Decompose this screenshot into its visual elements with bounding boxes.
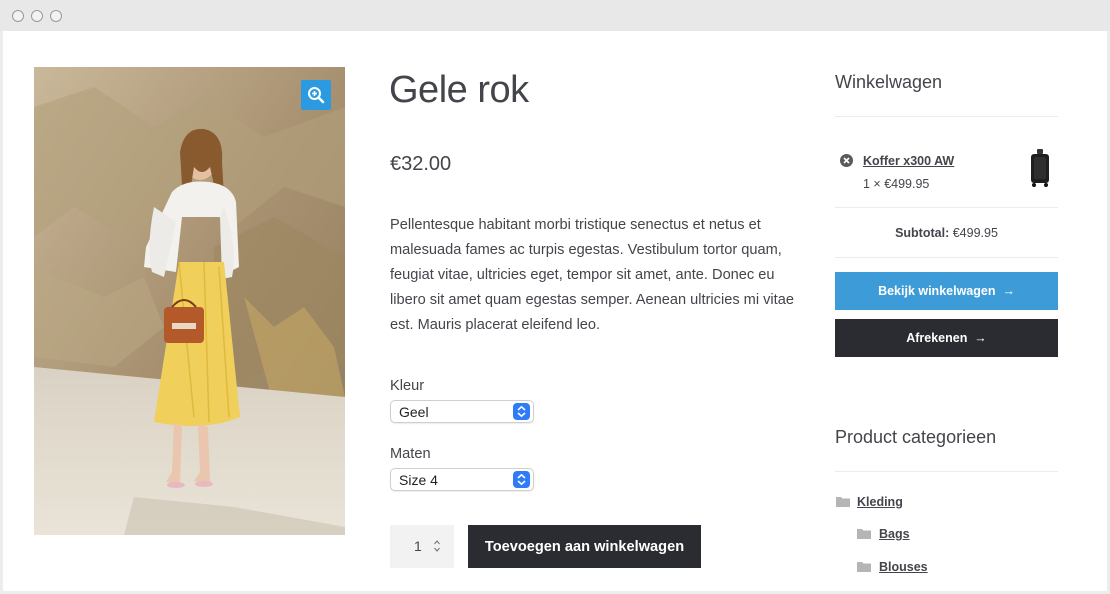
product-title: Gele rok <box>389 69 529 111</box>
color-select-value: Geel <box>399 404 429 420</box>
folder-icon <box>857 562 871 572</box>
quantity-value: 1 <box>414 538 422 554</box>
arrow-right-icon: → <box>1002 284 1015 298</box>
suitcase-thumbnail[interactable] <box>1028 149 1052 187</box>
window-edge-left <box>0 31 3 594</box>
window-close-dot[interactable] <box>12 10 24 22</box>
window-titlebar <box>0 0 1110 31</box>
select-arrows-icon <box>513 403 530 420</box>
product-price: €32.00 <box>390 153 452 175</box>
browser-window: Gele rok €32.00 Pellentesque habitant mo… <box>0 0 1110 594</box>
cart-subtotal: Subtotal: €499.95 <box>835 226 1058 240</box>
cart-item-quantity: 1 × €499.95 <box>863 177 930 191</box>
select-arrows-icon <box>513 471 530 488</box>
divider <box>835 207 1058 208</box>
folder-icon <box>857 529 871 539</box>
size-label: Maten <box>390 446 431 462</box>
checkout-button[interactable]: Afrekenen → <box>835 319 1058 357</box>
view-cart-label: Bekijk winkelwagen <box>878 284 996 298</box>
cart-widget-title: Winkelwagen <box>835 72 943 92</box>
product-photo <box>34 67 345 535</box>
window-minimize-dot[interactable] <box>31 10 43 22</box>
size-select[interactable]: Size 4 <box>390 468 534 491</box>
zoom-button[interactable] <box>301 80 331 110</box>
divider <box>835 471 1058 472</box>
cart-item-link[interactable]: Koffer x300 AW <box>863 154 954 168</box>
subtotal-label: Subtotal: <box>895 226 950 240</box>
subtotal-value: €499.95 <box>952 226 998 240</box>
product-image[interactable] <box>34 67 345 535</box>
divider <box>835 257 1058 258</box>
categories-widget-title: Product categorieen <box>835 427 997 447</box>
product-description: Pellentesque habitant morbi tristique se… <box>390 217 794 333</box>
folder-icon <box>836 497 850 507</box>
add-to-cart-button[interactable]: Toevoegen aan winkelwagen <box>468 525 701 568</box>
window-maximize-dot[interactable] <box>50 10 62 22</box>
category-item-kleding[interactable]: Kleding <box>857 495 903 509</box>
arrow-right-icon: → <box>974 331 987 345</box>
quantity-stepper[interactable]: 1 <box>390 525 454 568</box>
spinner-arrows-icon[interactable] <box>433 538 441 554</box>
checkout-label: Afrekenen <box>906 331 968 345</box>
category-item-blouses[interactable]: Blouses <box>879 560 928 574</box>
zoom-in-icon <box>308 87 325 104</box>
category-item-bags[interactable]: Bags <box>879 527 910 541</box>
view-cart-button[interactable]: Bekijk winkelwagen → <box>835 272 1058 310</box>
remove-item-icon[interactable] <box>840 154 853 167</box>
size-select-value: Size 4 <box>399 472 438 488</box>
divider <box>835 116 1058 117</box>
color-label: Kleur <box>390 378 425 394</box>
color-select[interactable]: Geel <box>390 400 534 423</box>
